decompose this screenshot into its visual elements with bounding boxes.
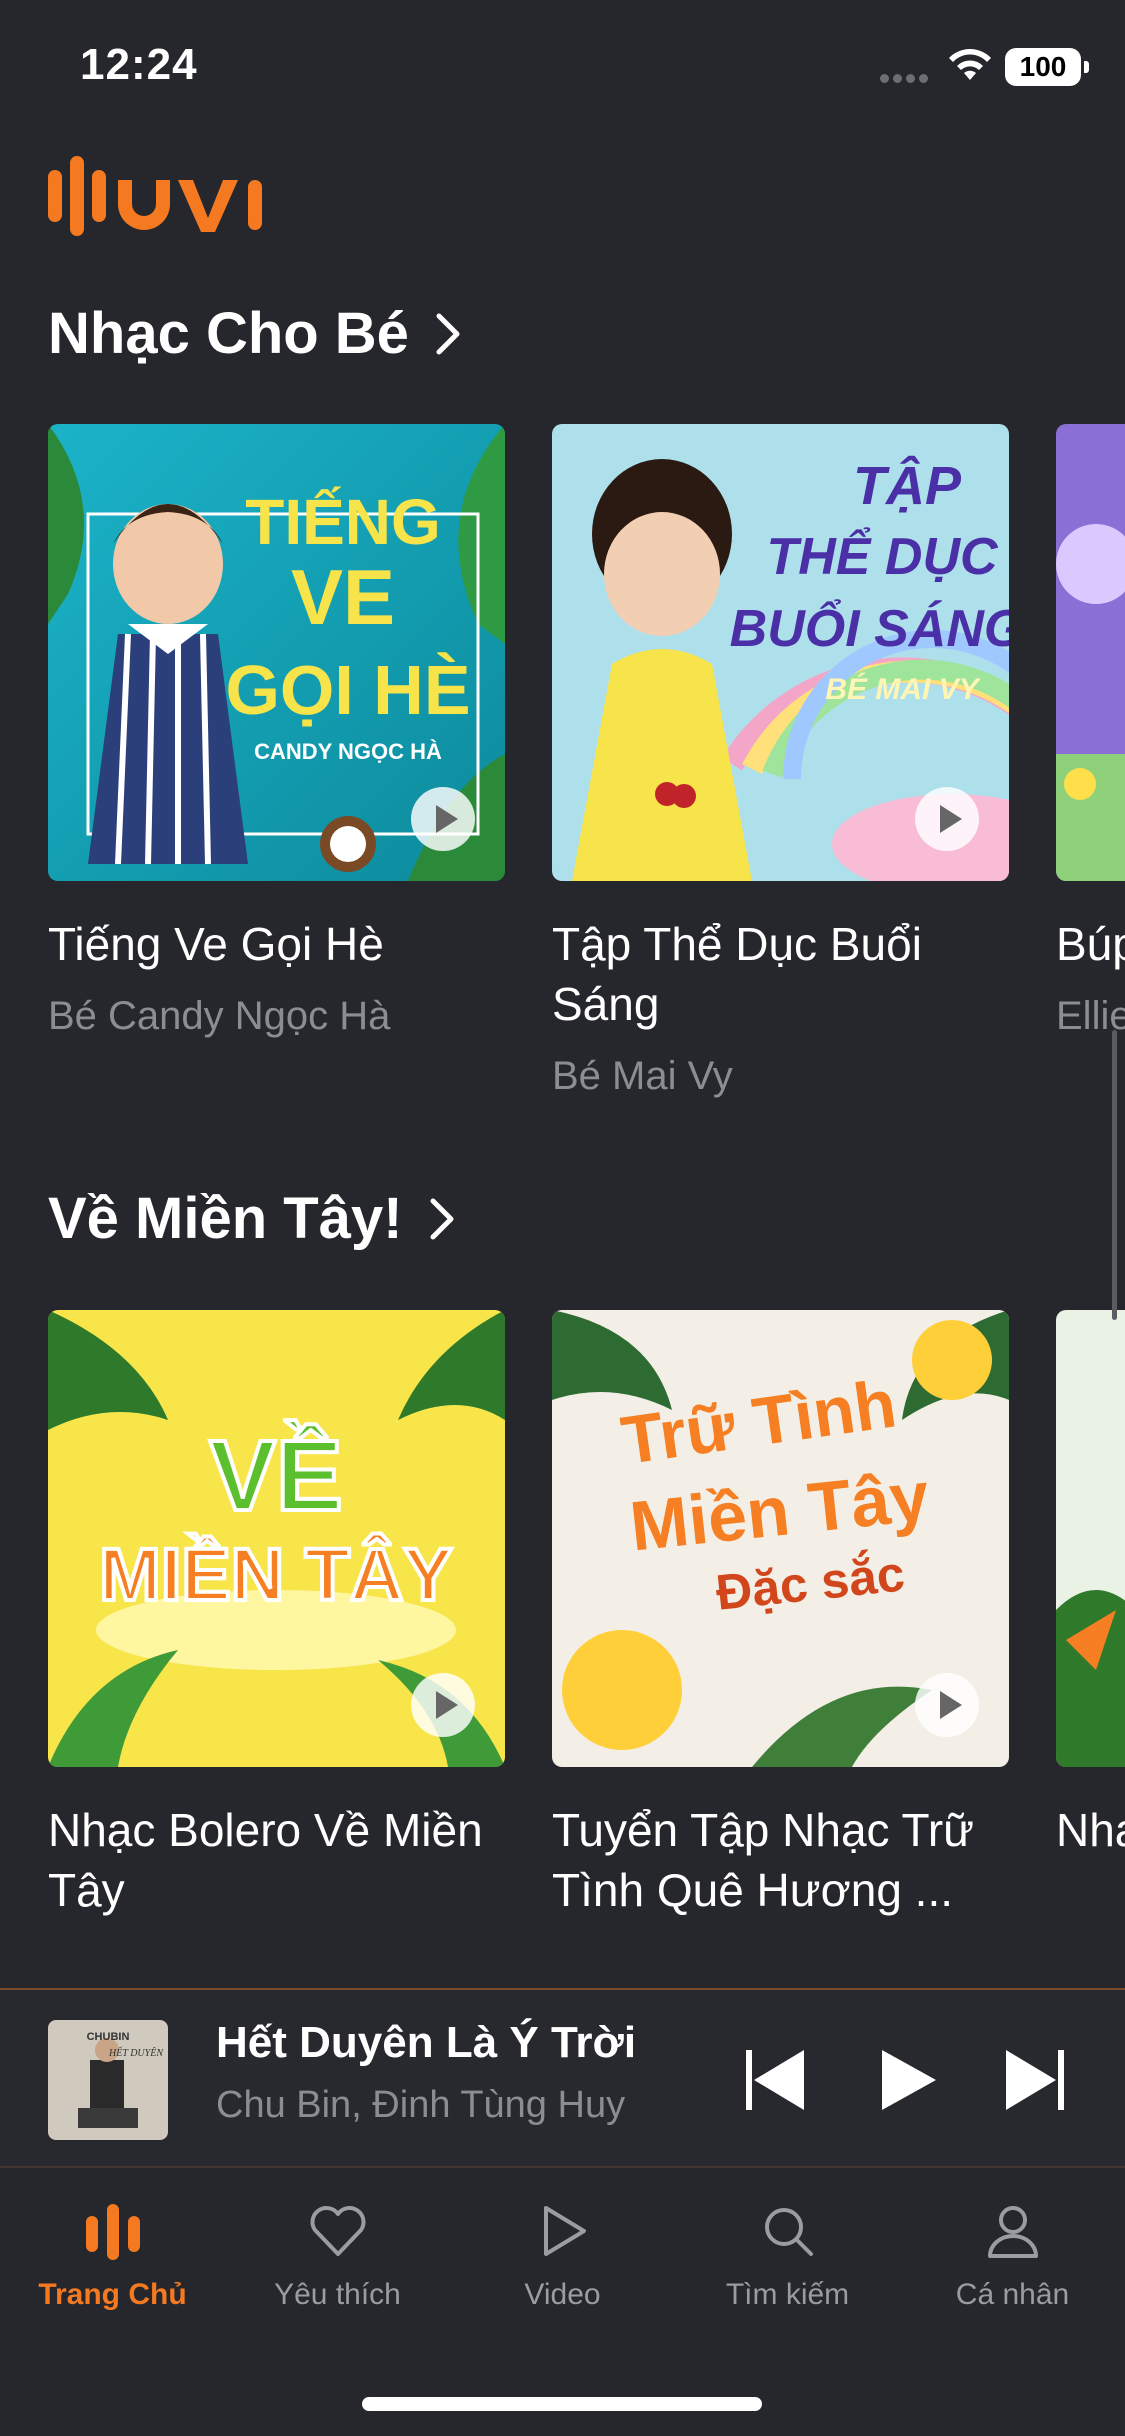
play-icon[interactable] xyxy=(915,1673,979,1737)
svg-text:TẬP: TẬP xyxy=(853,455,962,516)
battery-icon: 100 xyxy=(1005,48,1089,86)
section-title: Về Miền Tây! xyxy=(48,1186,403,1251)
now-playing-cover: CHUBIN HẾT DUYÊN xyxy=(48,2020,168,2140)
svg-text:TIẾNG: TIẾNG xyxy=(245,486,441,558)
album-card[interactable]: TIẾNG VE GỌI HÈ CANDY NGỌC HÀ Tiếng Ve G… xyxy=(48,424,505,1038)
tab-trang-chu[interactable]: Trang Chủ xyxy=(0,2200,225,2312)
album-title: Tập Thể Dục Buổi Sáng xyxy=(552,918,922,1030)
user-icon xyxy=(987,2206,1038,2258)
album-cover xyxy=(1056,1310,1125,1767)
svg-text:CHUBIN: CHUBIN xyxy=(87,2031,130,2043)
muvi-logo xyxy=(48,156,262,236)
album-card[interactable]: VỀ MIỀN TÂY Nhạc Bolero Về Miền Tây xyxy=(48,1310,505,1916)
section-header-nhac-cho-be[interactable]: Nhạc Cho Bé xyxy=(48,300,463,367)
section-header-ve-mien-tay[interactable]: Về Miền Tây! xyxy=(48,1185,457,1252)
album-title: Búp xyxy=(1056,918,1125,970)
svg-text:BUỔI SÁNG: BUỔI SÁNG xyxy=(730,599,1009,658)
svg-text:VE: VE xyxy=(291,553,395,641)
tab-tim-kiem[interactable]: Tìm kiếm xyxy=(675,2200,900,2312)
svg-text:MIỀN TÂY: MIỀN TÂY xyxy=(99,1533,453,1616)
tab-label: Tìm kiếm xyxy=(725,2278,850,2311)
album-card[interactable]: Búp Ellie xyxy=(1056,424,1125,1038)
tab-ca-nhan[interactable]: Cá nhân xyxy=(900,2200,1125,2312)
status-time: 12:24 xyxy=(80,40,198,89)
album-rail-nhac-cho-be[interactable]: TIẾNG VE GỌI HÈ CANDY NGỌC HÀ Tiếng Ve G… xyxy=(48,424,1125,1124)
svg-text:GỌI HÈ: GỌI HÈ xyxy=(225,651,470,729)
wifi-icon xyxy=(949,49,991,80)
album-card[interactable]: TẬP THỂ DỤC BUỔI SÁNG BÉ MAI VY Tập Thể … xyxy=(552,424,1009,1098)
play-icon[interactable] xyxy=(915,787,979,851)
album-cover: TIẾNG VE GỌI HÈ CANDY NGỌC HÀ xyxy=(48,424,505,881)
album-cover: TẬP THỂ DỤC BUỔI SÁNG BÉ MAI VY xyxy=(552,424,1009,881)
album-cover xyxy=(1056,424,1125,881)
album-cover: Trữ Tình Miền Tây Đặc sắc xyxy=(552,1310,1009,1767)
mini-player[interactable]: CHUBIN HẾT DUYÊN Hết Duyên Là Ý Trời Chu… xyxy=(0,1988,1125,2168)
chevron-right-icon xyxy=(430,1198,454,1239)
play-icon xyxy=(543,2206,586,2256)
heart-icon xyxy=(310,2206,365,2256)
chevron-right-icon xyxy=(436,313,460,354)
play-icon[interactable] xyxy=(411,1673,475,1737)
tab-yeu-thich[interactable]: Yêu thích xyxy=(225,2200,450,2312)
tab-label: Cá nhân xyxy=(955,2278,1070,2311)
search-icon xyxy=(764,2208,813,2256)
album-card[interactable]: Trữ Tình Miền Tây Đặc sắc Tuyển Tập Nhạc… xyxy=(552,1310,1009,1916)
play-icon[interactable] xyxy=(411,787,475,851)
album-cover: VỀ MIỀN TÂY xyxy=(48,1310,505,1767)
album-artist: Bé Mai Vy xyxy=(552,1054,733,1098)
status-bar: 12:24 100 xyxy=(0,0,1125,140)
tab-label: Yêu thích xyxy=(274,2278,401,2311)
album-title: Nhạc Bolero Về Miền Tây xyxy=(48,1804,483,1916)
scroll-indicator[interactable] xyxy=(1112,1030,1117,1320)
home-logo-icon xyxy=(85,2204,140,2260)
svg-text:HẾT DUYÊN: HẾT DUYÊN xyxy=(108,2046,164,2059)
album-card[interactable]: Nhạ xyxy=(1056,1310,1125,1856)
next-track-icon[interactable] xyxy=(1004,2046,1068,2114)
home-indicator[interactable] xyxy=(362,2397,762,2411)
svg-text:VỀ: VỀ xyxy=(209,1420,342,1532)
svg-text:CANDY NGỌC HÀ: CANDY NGỌC HÀ xyxy=(254,739,442,764)
cellular-signal-icon xyxy=(880,70,940,83)
tab-label: Trang Chủ xyxy=(38,2278,187,2311)
album-title: Nhạ xyxy=(1056,1804,1125,1856)
album-title: Tuyển Tập Nhạc Trữ Tình Quê Hương ... xyxy=(552,1804,974,1916)
svg-text:BÉ MAI VY: BÉ MAI VY xyxy=(825,672,981,706)
album-artist: Bé Candy Ngọc Hà xyxy=(48,994,391,1038)
play-icon[interactable] xyxy=(876,2046,940,2114)
previous-track-icon[interactable] xyxy=(742,2046,806,2114)
album-rail-ve-mien-tay[interactable]: VỀ MIỀN TÂY Nhạc Bolero Về Miền Tây Trữ … xyxy=(48,1310,1125,1970)
now-playing-artist: Chu Bin, Đinh Tùng Huy xyxy=(216,2084,626,2126)
svg-text:THỂ DỤC: THỂ DỤC xyxy=(766,527,999,586)
tab-video[interactable]: Video xyxy=(450,2200,675,2312)
tab-label: Video xyxy=(524,2278,601,2311)
album-title: Tiếng Ve Gọi Hè xyxy=(48,918,384,970)
now-playing-title: Hết Duyên Là Ý Trời xyxy=(216,2018,637,2067)
section-title: Nhạc Cho Bé xyxy=(48,301,409,366)
